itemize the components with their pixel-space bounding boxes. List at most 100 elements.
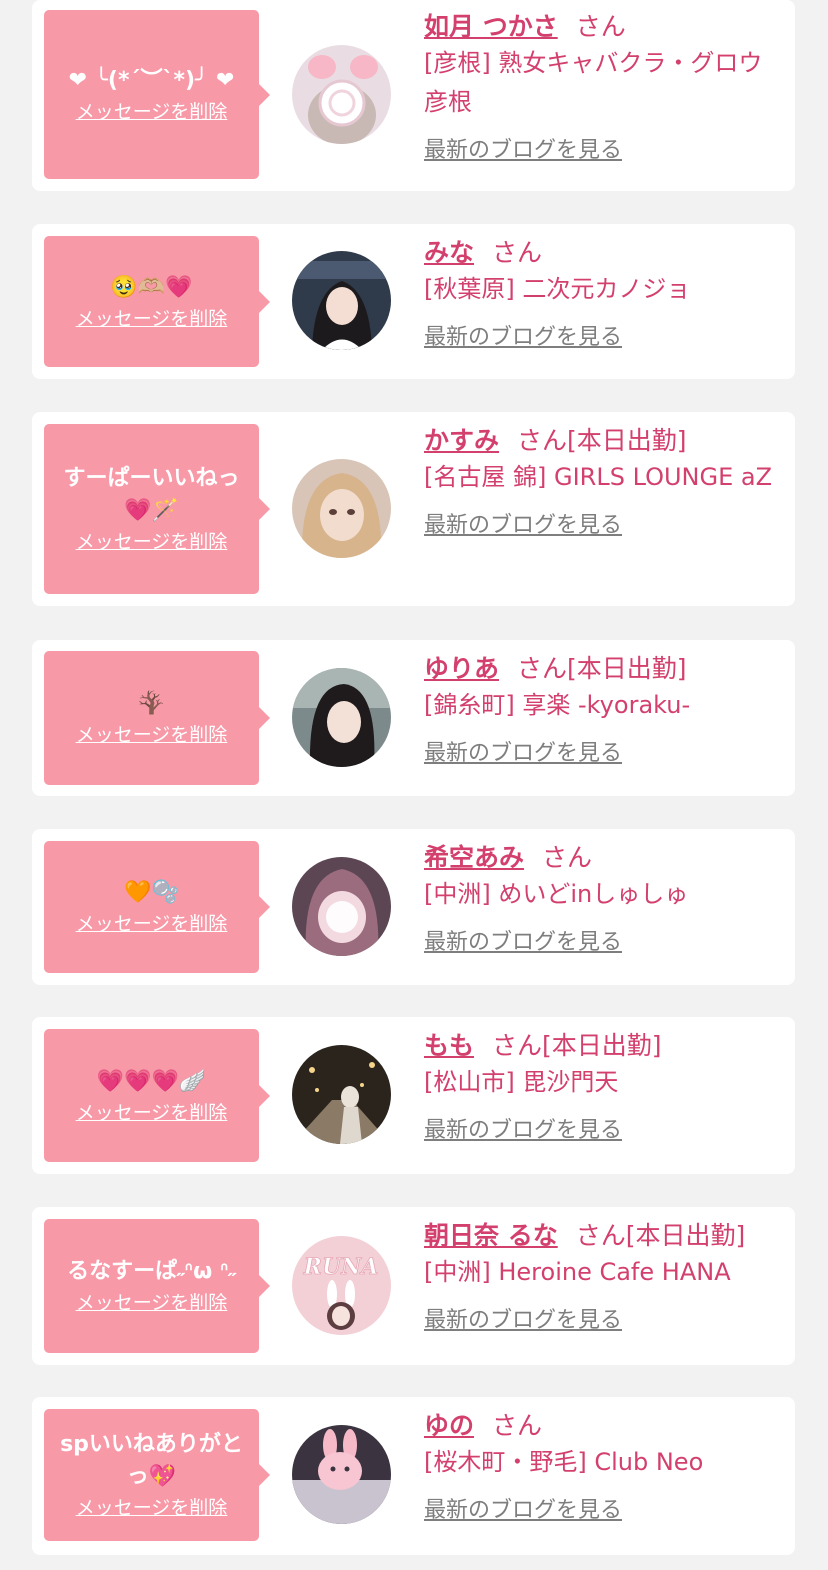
avatar-night-icon — [292, 1045, 391, 1144]
delete-message-link[interactable]: メッセージを削除 — [76, 306, 228, 332]
cast-info: みな さん [秋葉原] 二次元カノジョ 最新のブログを見る — [424, 236, 786, 353]
shop-name: [桜木町・野毛] Club Neo — [424, 1448, 704, 1476]
cast-name-line: 朝日奈 るな さん[本日出勤] — [424, 1219, 786, 1253]
message-text: 🧡🫧 — [124, 880, 179, 905]
cast-info: もも さん[本日出勤] [松山市] 毘沙門天 最新のブログを見る — [424, 1029, 786, 1146]
message-card: るなすーぱ˶ᐢω ᐢ˶ メッセージを削除 RUNA 朝日奈 るな さん[本日出勤]… — [32, 1207, 795, 1365]
latest-blog-link[interactable]: 最新のブログを見る — [424, 1496, 786, 1526]
avatar[interactable] — [292, 1425, 391, 1524]
message-text: spいいねありがとっ💖 — [60, 1432, 243, 1489]
latest-blog-link[interactable]: 最新のブログを見る — [424, 1116, 786, 1146]
avatar[interactable] — [292, 459, 391, 558]
shop-name: [秋葉原] 二次元カノジョ — [424, 275, 691, 303]
cast-name-link[interactable]: ゆりあ — [424, 654, 499, 683]
san-label: さん — [575, 12, 626, 41]
avatar[interactable]: RUNA — [292, 1236, 391, 1335]
message-text: るなすーぱ˶ᐢω ᐢ˶ — [67, 1259, 236, 1284]
shop-name: [彦根] 熟女キャバクラ・グロウ彦根 — [424, 49, 763, 116]
cast-name-line: ゆの さん — [424, 1409, 786, 1443]
san-label: さん — [517, 654, 568, 683]
cast-name-link[interactable]: 朝日奈 るな — [424, 1221, 558, 1250]
shop-name: [錦糸町] 享楽 -kyoraku- — [424, 691, 691, 719]
message-card: すーぱーいいねっ💗🪄 メッセージを削除 かすみ さん[本日出勤] [名古屋 錦] … — [32, 412, 795, 606]
san-label: さん — [517, 426, 568, 455]
latest-blog-link[interactable]: 最新のブログを見る — [424, 136, 786, 166]
message-text: ❤︎ ╰(*´︶`*)╯ ❤︎ — [68, 67, 235, 93]
message-bubble: 🥹🫶🏼💗 メッセージを削除 — [44, 236, 270, 367]
avatar[interactable] — [292, 251, 391, 350]
avatar-ears-icon — [292, 45, 391, 144]
delete-message-link[interactable]: メッセージを削除 — [76, 1495, 228, 1521]
message-bubble: すーぱーいいねっ💗🪄 メッセージを削除 — [44, 424, 270, 594]
delete-message-link[interactable]: メッセージを削除 — [76, 1100, 228, 1126]
latest-blog-link[interactable]: 最新のブログを見る — [424, 323, 786, 353]
shop-name: [名古屋 錦] GIRLS LOUNGE aZ — [424, 463, 773, 491]
message-text: 🥹🫶🏼💗 — [110, 274, 193, 300]
message-text: すーぱーいいねっ💗🪄 — [63, 466, 240, 523]
latest-blog-link[interactable]: 最新のブログを見る — [424, 511, 786, 541]
latest-blog-link[interactable]: 最新のブログを見る — [424, 928, 786, 958]
cast-info: 如月 つかさ さん [彦根] 熟女キャバクラ・グロウ彦根 最新のブログを見る — [424, 10, 786, 166]
cast-name-link[interactable]: かすみ — [424, 426, 499, 455]
latest-blog-link[interactable]: 最新のブログを見る — [424, 1306, 786, 1336]
cast-name-link[interactable]: 希空あみ — [424, 843, 524, 872]
avatar-bunny-icon — [292, 1425, 391, 1524]
cast-name-line: ゆりあ さん[本日出勤] — [424, 652, 786, 686]
message-bubble: ❤︎ ╰(*´︶`*)╯ ❤︎ メッセージを削除 — [44, 10, 270, 179]
message-bubble: 💗💗💗🪽 メッセージを削除 — [44, 1029, 270, 1162]
shop-name: [松山市] 毘沙門天 — [424, 1068, 619, 1096]
avatar[interactable] — [292, 668, 391, 767]
avatar-darkhair-icon — [292, 668, 391, 767]
cast-name-link[interactable]: ゆの — [424, 1411, 474, 1440]
cast-name-link[interactable]: もも — [424, 1031, 474, 1060]
san-label: さん — [492, 1411, 543, 1440]
avatar-blonde-icon — [292, 459, 391, 558]
cast-info: かすみ さん[本日出勤] [名古屋 錦] GIRLS LOUNGE aZ 最新のブ… — [424, 424, 786, 541]
shop-name: [中洲] めいどinしゅしゅ — [424, 880, 689, 908]
cast-name-line: みな さん — [424, 236, 786, 270]
delete-message-link[interactable]: メッセージを削除 — [76, 99, 228, 125]
message-card: 🧡🫧 メッセージを削除 希空あみ さん [中洲] めいどinしゅしゅ 最新のブログ… — [32, 829, 795, 985]
working-today-label: [本日出勤] — [542, 1031, 662, 1060]
cast-info: 朝日奈 るな さん[本日出勤] [中洲] Heroine Cafe HANA 最新… — [424, 1219, 786, 1336]
message-bubble: るなすーぱ˶ᐢω ᐢ˶ メッセージを削除 — [44, 1219, 270, 1353]
shop-name: [中洲] Heroine Cafe HANA — [424, 1258, 731, 1286]
cast-name-link[interactable]: 如月 つかさ — [424, 12, 558, 41]
avatar-runa-icon: RUNA — [292, 1236, 391, 1335]
cast-info: 希空あみ さん [中洲] めいどinしゅしゅ 最新のブログを見る — [424, 841, 786, 958]
message-text: 🪾 — [137, 691, 166, 716]
cast-name-line: もも さん[本日出勤] — [424, 1029, 786, 1063]
delete-message-link[interactable]: メッセージを削除 — [76, 529, 228, 555]
message-card: spいいねありがとっ💖 メッセージを削除 ゆの さん [桜木町・野毛] Club … — [32, 1397, 795, 1555]
message-text: 💗💗💗🪽 — [96, 1068, 207, 1094]
avatar[interactable] — [292, 45, 391, 144]
avatar-girl-icon — [292, 251, 391, 350]
delete-message-link[interactable]: メッセージを削除 — [76, 911, 228, 937]
message-bubble: 🧡🫧 メッセージを削除 — [44, 841, 270, 973]
cast-info: ゆの さん [桜木町・野毛] Club Neo 最新のブログを見る — [424, 1409, 786, 1526]
working-today-label: [本日出勤] — [567, 426, 687, 455]
message-bubble: spいいねありがとっ💖 メッセージを削除 — [44, 1409, 270, 1541]
message-card: 🪾 メッセージを削除 ゆりあ さん[本日出勤] [錦糸町] 享楽 -kyoraku… — [32, 640, 795, 796]
working-today-label: [本日出勤] — [567, 654, 687, 683]
message-bubble: 🪾 メッセージを削除 — [44, 651, 270, 785]
delete-message-link[interactable]: メッセージを削除 — [76, 722, 228, 748]
san-label: さん — [492, 238, 543, 267]
cast-name-line: 如月 つかさ さん — [424, 10, 786, 44]
message-card: ❤︎ ╰(*´︶`*)╯ ❤︎ メッセージを削除 如月 つかさ さん [彦根] 熟… — [32, 0, 795, 191]
avatar-blur-icon — [292, 857, 391, 956]
cast-name-line: かすみ さん[本日出勤] — [424, 424, 786, 458]
cast-info: ゆりあ さん[本日出勤] [錦糸町] 享楽 -kyoraku- 最新のブログを見る — [424, 652, 786, 769]
svg-text:RUNA: RUNA — [303, 1254, 379, 1280]
message-card: 💗💗💗🪽 メッセージを削除 もも さん[本日出勤] [松山市] 毘沙門天 最新のブ… — [32, 1017, 795, 1174]
message-card: 🥹🫶🏼💗 メッセージを削除 みな さん [秋葉原] 二次元カノジョ 最新のブログを… — [32, 224, 795, 379]
working-today-label: [本日出勤] — [625, 1221, 746, 1250]
san-label: さん — [575, 1221, 626, 1250]
san-label: さん — [542, 843, 593, 872]
cast-name-line: 希空あみ さん — [424, 841, 786, 875]
cast-name-link[interactable]: みな — [424, 238, 474, 267]
latest-blog-link[interactable]: 最新のブログを見る — [424, 739, 786, 769]
avatar[interactable] — [292, 1045, 391, 1144]
avatar[interactable] — [292, 857, 391, 956]
delete-message-link[interactable]: メッセージを削除 — [76, 1290, 228, 1316]
